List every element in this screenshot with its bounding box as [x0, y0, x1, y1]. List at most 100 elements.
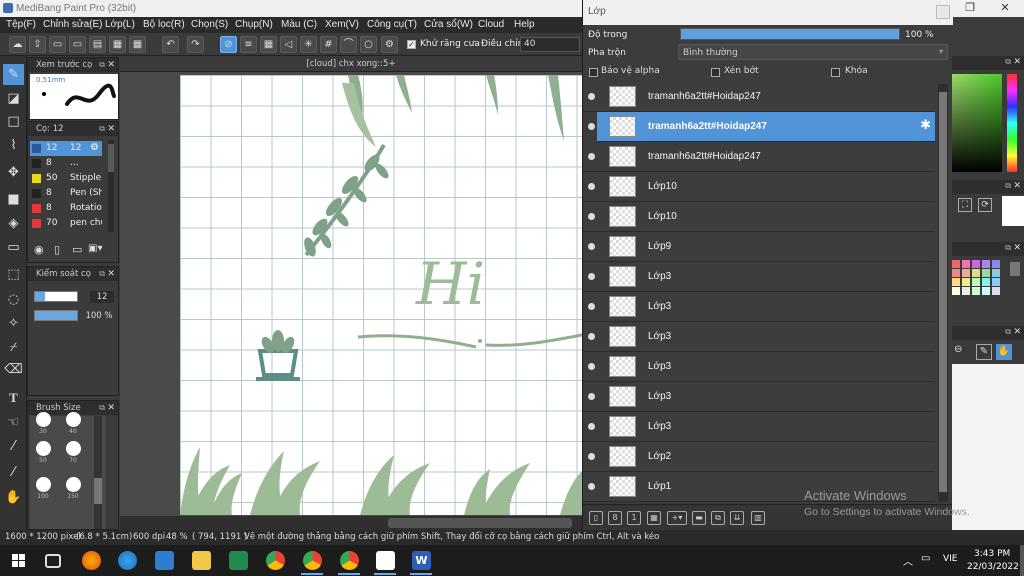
eye-visibility-icon[interactable] — [588, 393, 595, 400]
eye-visibility-icon[interactable] — [588, 453, 595, 460]
add-layer-menu-icon[interactable]: +▾ — [667, 511, 687, 525]
snap-vanish-icon[interactable]: ◁ — [280, 36, 297, 53]
palette-swatch[interactable] — [982, 287, 990, 295]
menu-view[interactable]: Xem(V) — [325, 19, 359, 30]
snap-circle-icon[interactable]: ○ — [360, 36, 377, 53]
popout-icon[interactable]: ⧉ — [99, 58, 105, 72]
brush-size-slider[interactable] — [34, 291, 78, 302]
store-icon[interactable] — [155, 551, 174, 570]
close-button[interactable]: ✕ — [990, 0, 1020, 17]
palette-swatch[interactable] — [982, 278, 990, 286]
restore-button[interactable]: ❐ — [955, 0, 985, 17]
popout-icon[interactable]: ⧉ — [99, 401, 105, 415]
brush-size-value[interactable]: 12 — [90, 291, 114, 303]
network-icon[interactable]: ▭ — [921, 553, 930, 564]
undo-icon[interactable]: ↶ — [162, 36, 179, 53]
eyedropper2-icon[interactable]: ⁄ — [3, 462, 24, 483]
chrome-icon-2[interactable] — [303, 551, 322, 570]
gradient-tool-icon[interactable]: ▭ — [3, 237, 24, 258]
layer-row[interactable]: tramanh6a2tt#Hoidap247 ✱ — [588, 112, 935, 142]
drawing-canvas[interactable]: Hi — [180, 75, 582, 515]
color-picker-square[interactable] — [952, 74, 1002, 172]
layer-row[interactable]: Lớp10 — [583, 202, 935, 232]
palette-swatch[interactable] — [972, 278, 980, 286]
windows-start-icon[interactable] — [12, 554, 26, 568]
popout-icon[interactable]: ⧉ — [1005, 243, 1011, 253]
brush-opacity-slider[interactable] — [34, 310, 78, 321]
canvas-area[interactable]: [cloud] chx xong::5+ Hi — [120, 56, 582, 530]
menu-tools[interactable]: Công cụ(T) — [367, 19, 417, 30]
layer-row[interactable]: Lớp3 — [583, 322, 935, 352]
brush-list-item[interactable]: 8 Rotation — [30, 201, 102, 216]
snap-cross-icon[interactable]: ▦ — [260, 36, 277, 53]
layer-row[interactable]: tramanh6a2tt#Hoidap247 — [583, 142, 935, 172]
popout-icon[interactable]: ⧉ — [99, 267, 105, 281]
menu-file[interactable]: Tệp(F) — [6, 19, 36, 30]
close-icon[interactable]: ✕ — [1013, 243, 1021, 253]
layer-row[interactable]: tramanh6a2tt#Hoidap247 — [583, 82, 935, 112]
merge-layer-icon[interactable]: ⇊ — [730, 511, 744, 525]
palette-swatch[interactable] — [982, 260, 990, 268]
snap-radial-icon[interactable]: ✳ — [300, 36, 317, 53]
palette-swatch[interactable] — [992, 278, 1000, 286]
popout-icon[interactable]: ⧉ — [99, 122, 105, 136]
close-icon[interactable]: ✕ — [1013, 327, 1021, 337]
brush-list-item[interactable]: 12 12 ⚙ — [30, 141, 102, 156]
edge-icon[interactable] — [118, 551, 137, 570]
show-desktop-button[interactable] — [1020, 545, 1024, 576]
brush-size-preset[interactable]: 150 — [60, 475, 86, 503]
layer-row[interactable]: Lớp3 — [583, 262, 935, 292]
redo-icon[interactable]: ↷ — [187, 36, 204, 53]
operation-tool-icon[interactable]: ☜ — [3, 412, 24, 433]
add-brush-icon[interactable]: ◉ — [34, 243, 44, 256]
lock-checkbox[interactable] — [831, 68, 840, 77]
palette-swatch[interactable] — [962, 287, 970, 295]
brush-size-preset[interactable]: 70 — [60, 439, 86, 467]
layer-panel-close-button[interactable] — [936, 5, 950, 19]
copy-brush-icon[interactable]: ▭ — [72, 243, 82, 256]
brush-size-preset[interactable]: 50 — [30, 439, 56, 467]
layer-row[interactable]: Lớp9 — [583, 232, 935, 262]
snap-off-icon[interactable]: ⊘ — [220, 36, 237, 53]
close-icon[interactable]: ✕ — [107, 401, 115, 415]
palette-swatch[interactable] — [952, 278, 960, 286]
pen-mode-icon[interactable]: ✎ — [976, 344, 992, 360]
palette-swatch[interactable] — [952, 260, 960, 268]
close-icon[interactable]: ✕ — [1013, 181, 1021, 191]
eye-visibility-icon[interactable] — [588, 303, 595, 310]
layer-row[interactable]: Lớp3 — [583, 382, 935, 412]
chat-icon[interactable]: ▭ — [69, 36, 86, 53]
menu-select[interactable]: Chọn(S) — [191, 19, 228, 30]
eye-visibility-icon[interactable] — [588, 273, 595, 280]
brush-list-item[interactable]: 8... — [30, 156, 102, 171]
menu-window[interactable]: Cửa sổ(W) — [424, 19, 473, 30]
brush-list-item[interactable]: 50 Stipple P — [30, 171, 102, 186]
palette-scrollbar[interactable] — [1010, 262, 1020, 276]
upload-icon[interactable]: ⇪ — [29, 36, 46, 53]
eye-visibility-icon[interactable] — [588, 123, 595, 130]
horizontal-scrollbar[interactable] — [120, 516, 582, 530]
menu-color[interactable]: Màu (C) — [281, 19, 317, 30]
palette-swatch[interactable] — [972, 287, 980, 295]
hue-slider[interactable] — [1007, 74, 1017, 172]
brush-menu-icon[interactable]: ▣▾ — [88, 243, 102, 254]
select-pen-icon[interactable]: ⌿ — [3, 337, 24, 358]
palette-swatch[interactable] — [962, 260, 970, 268]
palette-swatch[interactable] — [962, 269, 970, 277]
select-eraser-icon[interactable]: ⌫ — [3, 359, 24, 380]
move-tool-icon[interactable]: ✥ — [3, 162, 24, 183]
brush-list-scrollbar[interactable] — [108, 140, 114, 232]
eye-visibility-icon[interactable] — [588, 93, 595, 100]
popout-icon[interactable]: ⧉ — [1005, 57, 1011, 67]
layer-row[interactable]: Lớp10 — [583, 172, 935, 202]
comment-icon[interactable]: ▭ — [49, 36, 66, 53]
layer-opacity-slider[interactable] — [680, 28, 900, 40]
eye-visibility-icon[interactable] — [588, 183, 595, 190]
grid-icon[interactable]: ▦ — [129, 36, 146, 53]
word-icon[interactable]: W — [412, 551, 431, 570]
snap-grid-icon[interactable]: # — [320, 36, 337, 53]
brush-size-preset[interactable]: 40 — [60, 410, 86, 438]
settings-gear-icon[interactable]: ⚙ — [381, 36, 398, 53]
panel-icon[interactable]: ▦ — [109, 36, 126, 53]
fill-rect-icon[interactable]: ■ — [3, 189, 24, 210]
